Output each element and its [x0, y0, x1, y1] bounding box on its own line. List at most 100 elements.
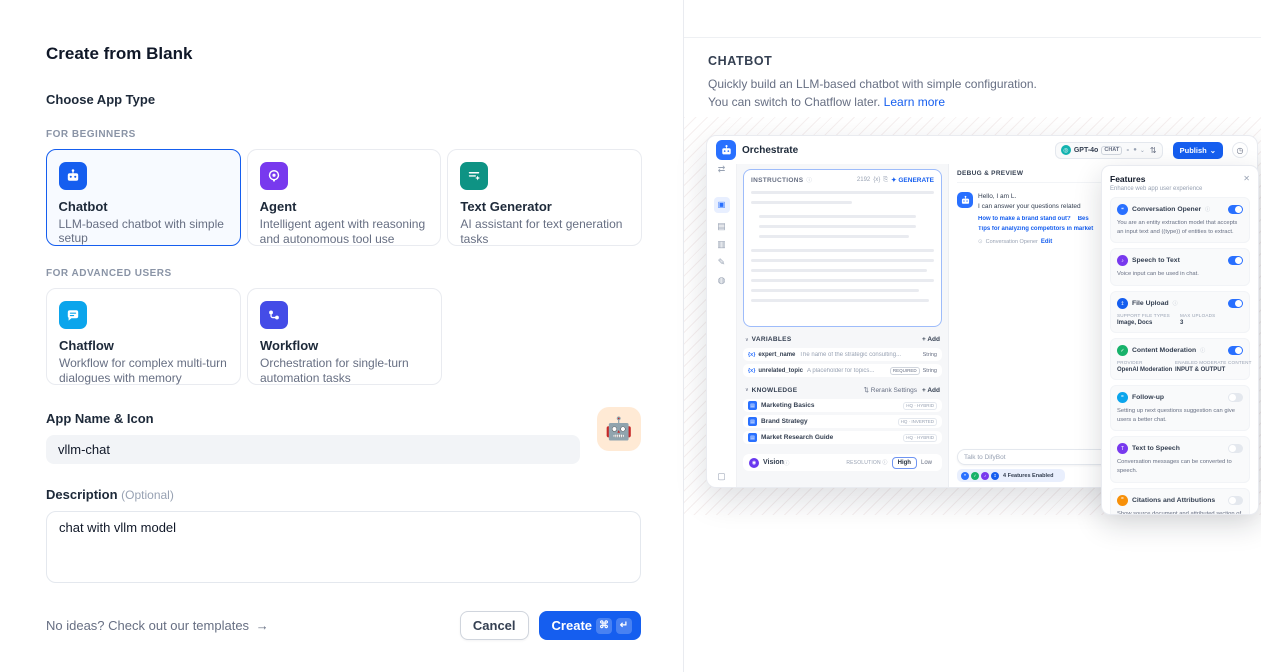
mini-history-icon: ◷ [1232, 142, 1248, 158]
description-textarea[interactable]: chat with vllm model [46, 511, 641, 583]
mini-temp-icon: ⚬ [1125, 147, 1130, 154]
mini-add-knowledge: + Add [922, 387, 940, 394]
info-icon: ⓘ [1200, 347, 1205, 354]
eye-icon: ◉ [749, 458, 759, 468]
placeholder-line [751, 201, 852, 204]
mini-prompt-tab-icon: ▣ [714, 197, 730, 213]
info-icon: ⓘ [1173, 300, 1178, 307]
feature-item: ♪ Speech to Text Voice input can be used… [1110, 248, 1250, 286]
placeholder-line [759, 235, 909, 238]
mini-collapse-icon: ⇄ [718, 165, 726, 174]
for-advanced-label: FOR ADVANCED USERS [46, 268, 683, 279]
card-workflow-desc: Orchestration for single-turn automation… [260, 356, 429, 385]
mini-note-icon: ✎ [718, 258, 726, 267]
create-button[interactable]: Create ⌘ ↵ [539, 611, 641, 640]
features-subtitle: Enhance web app user experience [1110, 186, 1250, 192]
feature-toggle [1228, 496, 1243, 505]
placeholder-line [751, 279, 934, 282]
card-agent-title: Agent [260, 199, 429, 214]
mini-resolution-high: High [892, 457, 917, 469]
dataset-icon: ▤ [748, 401, 757, 410]
placeholder-line [751, 299, 929, 302]
cancel-button[interactable]: Cancel [460, 611, 529, 640]
mini-config-column: INSTRUCTIONS ⓘ 2192 {x} ⎘ ✦ GENERATE [736, 164, 949, 487]
folder-icon: ↥ [1117, 298, 1128, 309]
card-workflow-title: Workflow [260, 338, 429, 353]
features-title: Features [1110, 174, 1145, 184]
moderation-feature-icon: ✓ [971, 472, 979, 480]
mini-settings-dot-icon: ● [1133, 147, 1137, 153]
mini-features-panel: Features ✕ Enhance web app user experien… [1101, 165, 1259, 515]
upload-feature-icon: ↥ [991, 472, 999, 480]
learn-more-link[interactable]: Learn more [884, 95, 945, 109]
feature-toggle [1228, 205, 1243, 214]
mini-bot-avatar [957, 192, 973, 208]
beginner-cards-row: Chatbot LLM-based chatbot with simple se… [46, 149, 642, 246]
close-icon: ✕ [1243, 175, 1250, 183]
card-text-generator[interactable]: Text Generator AI assistant for text gen… [447, 149, 642, 246]
card-workflow[interactable]: Workflow Orchestration for single-turn a… [247, 288, 442, 385]
advanced-cards-row: Chatflow Workflow for complex multi-turn… [46, 288, 642, 385]
chatflow-icon [59, 301, 87, 329]
card-agent[interactable]: Agent Intelligent agent with reasoning a… [247, 149, 442, 246]
mini-model-selector: ◎ GPT-4o CHAT ⚬ ● ⌄ ⇅ [1055, 142, 1163, 159]
mini-instructions-header: INSTRUCTIONS ⓘ 2192 {x} ⎘ ✦ GENERATE [751, 176, 934, 184]
enter-key-icon: ↵ [616, 618, 632, 634]
mini-edit-link: Edit [1041, 239, 1052, 245]
placeholder-line [751, 269, 927, 272]
opener-feature-icon: ❝ [961, 472, 969, 480]
mini-header: Orchestrate ◎ GPT-4o CHAT ⚬ ● ⌄ ⇅ Publis… [707, 136, 1257, 164]
card-chatbot[interactable]: Chatbot LLM-based chatbot with simple se… [46, 149, 241, 246]
microphone-icon: ♪ [1117, 255, 1128, 266]
feature-item: ❞ Citations and Attributions Show source… [1110, 488, 1250, 515]
app-type-preview-panel: CHATBOT Quickly build an LLM-based chatb… [683, 0, 1261, 672]
placeholder-line [751, 259, 934, 262]
chevron-down-icon: ∨ [745, 387, 749, 393]
mini-generate-button: ✦ GENERATE [891, 176, 934, 184]
mini-add-variable: + Add [922, 336, 940, 343]
card-text-generator-desc: AI assistant for text generation tasks [460, 217, 629, 246]
for-beginners-label: FOR BEGINNERS [46, 129, 683, 140]
app-name-input[interactable] [46, 435, 580, 464]
mini-app-robot-icon [716, 140, 736, 160]
chevron-down-icon: ∨ [745, 337, 749, 343]
info-icon: ⓘ [806, 176, 812, 184]
info-icon: ⓘ [784, 459, 790, 467]
mini-instructions-panel: INSTRUCTIONS ⓘ 2192 {x} ⎘ ✦ GENERATE [743, 169, 942, 327]
app-icon-picker[interactable]: 🤖 [597, 407, 641, 451]
dataset-icon: ▤ [748, 417, 757, 426]
placeholder-line [751, 289, 919, 292]
preview-heading: CHATBOT [708, 54, 1237, 68]
card-chatflow-title: Chatflow [59, 338, 228, 353]
workflow-icon [260, 301, 288, 329]
top-strip [684, 0, 1261, 38]
mini-app-title: Orchestrate [742, 145, 798, 156]
speech-feature-icon: ♪ [981, 472, 989, 480]
mini-char-count: 2192 [857, 177, 870, 183]
mini-image-icon: ▤ [717, 222, 726, 231]
mini-features-enabled-bar: ❝ ✓ ♪ ↥ 4 Features Enabled [957, 469, 1065, 482]
feature-item: ✓ Content Moderation ⓘ PROVIDER OpenAI M… [1110, 338, 1250, 380]
mini-publish-button: Publish⌄ [1173, 142, 1223, 159]
mini-knowledge-row: ▤ Brand Strategy HQ · INVERTED [743, 415, 942, 428]
mini-model-mode-badge: CHAT [1101, 146, 1122, 155]
card-chatbot-desc: LLM-based chatbot with simple setup [59, 217, 229, 246]
templates-link[interactable]: No ideas? Check out our templates → [46, 618, 460, 633]
cmd-key-icon: ⌘ [596, 618, 612, 634]
feature-toggle [1228, 444, 1243, 453]
mini-knowledge-header: ∨ KNOWLEDGE ⇅ Rerank Settings + Add [745, 386, 940, 394]
mini-suggestion: Tips for analyzing competitors in market [978, 226, 1093, 232]
choose-app-type-heading: Choose App Type [46, 92, 683, 107]
mini-copy-icon: ⎘ [883, 177, 888, 184]
chatbot-robot-icon [59, 162, 87, 190]
robot-emoji-icon: 🤖 [605, 416, 632, 442]
mini-variable-row: {x} expert_name The name of the strategi… [743, 348, 942, 361]
dialog-footer: No ideas? Check out our templates → Canc… [46, 611, 641, 640]
conversation-opener-icon: ❝ [1117, 204, 1128, 215]
mini-chevron-down-icon: ⌄ [1140, 147, 1145, 154]
text-generator-icon [460, 162, 488, 190]
preview-header: CHATBOT Quickly build an LLM-based chatb… [684, 38, 1261, 111]
mini-grid-icon: ▢ [717, 472, 726, 481]
card-chatflow[interactable]: Chatflow Workflow for complex multi-turn… [46, 288, 241, 385]
mini-model-provider-icon: ◎ [1061, 145, 1071, 155]
